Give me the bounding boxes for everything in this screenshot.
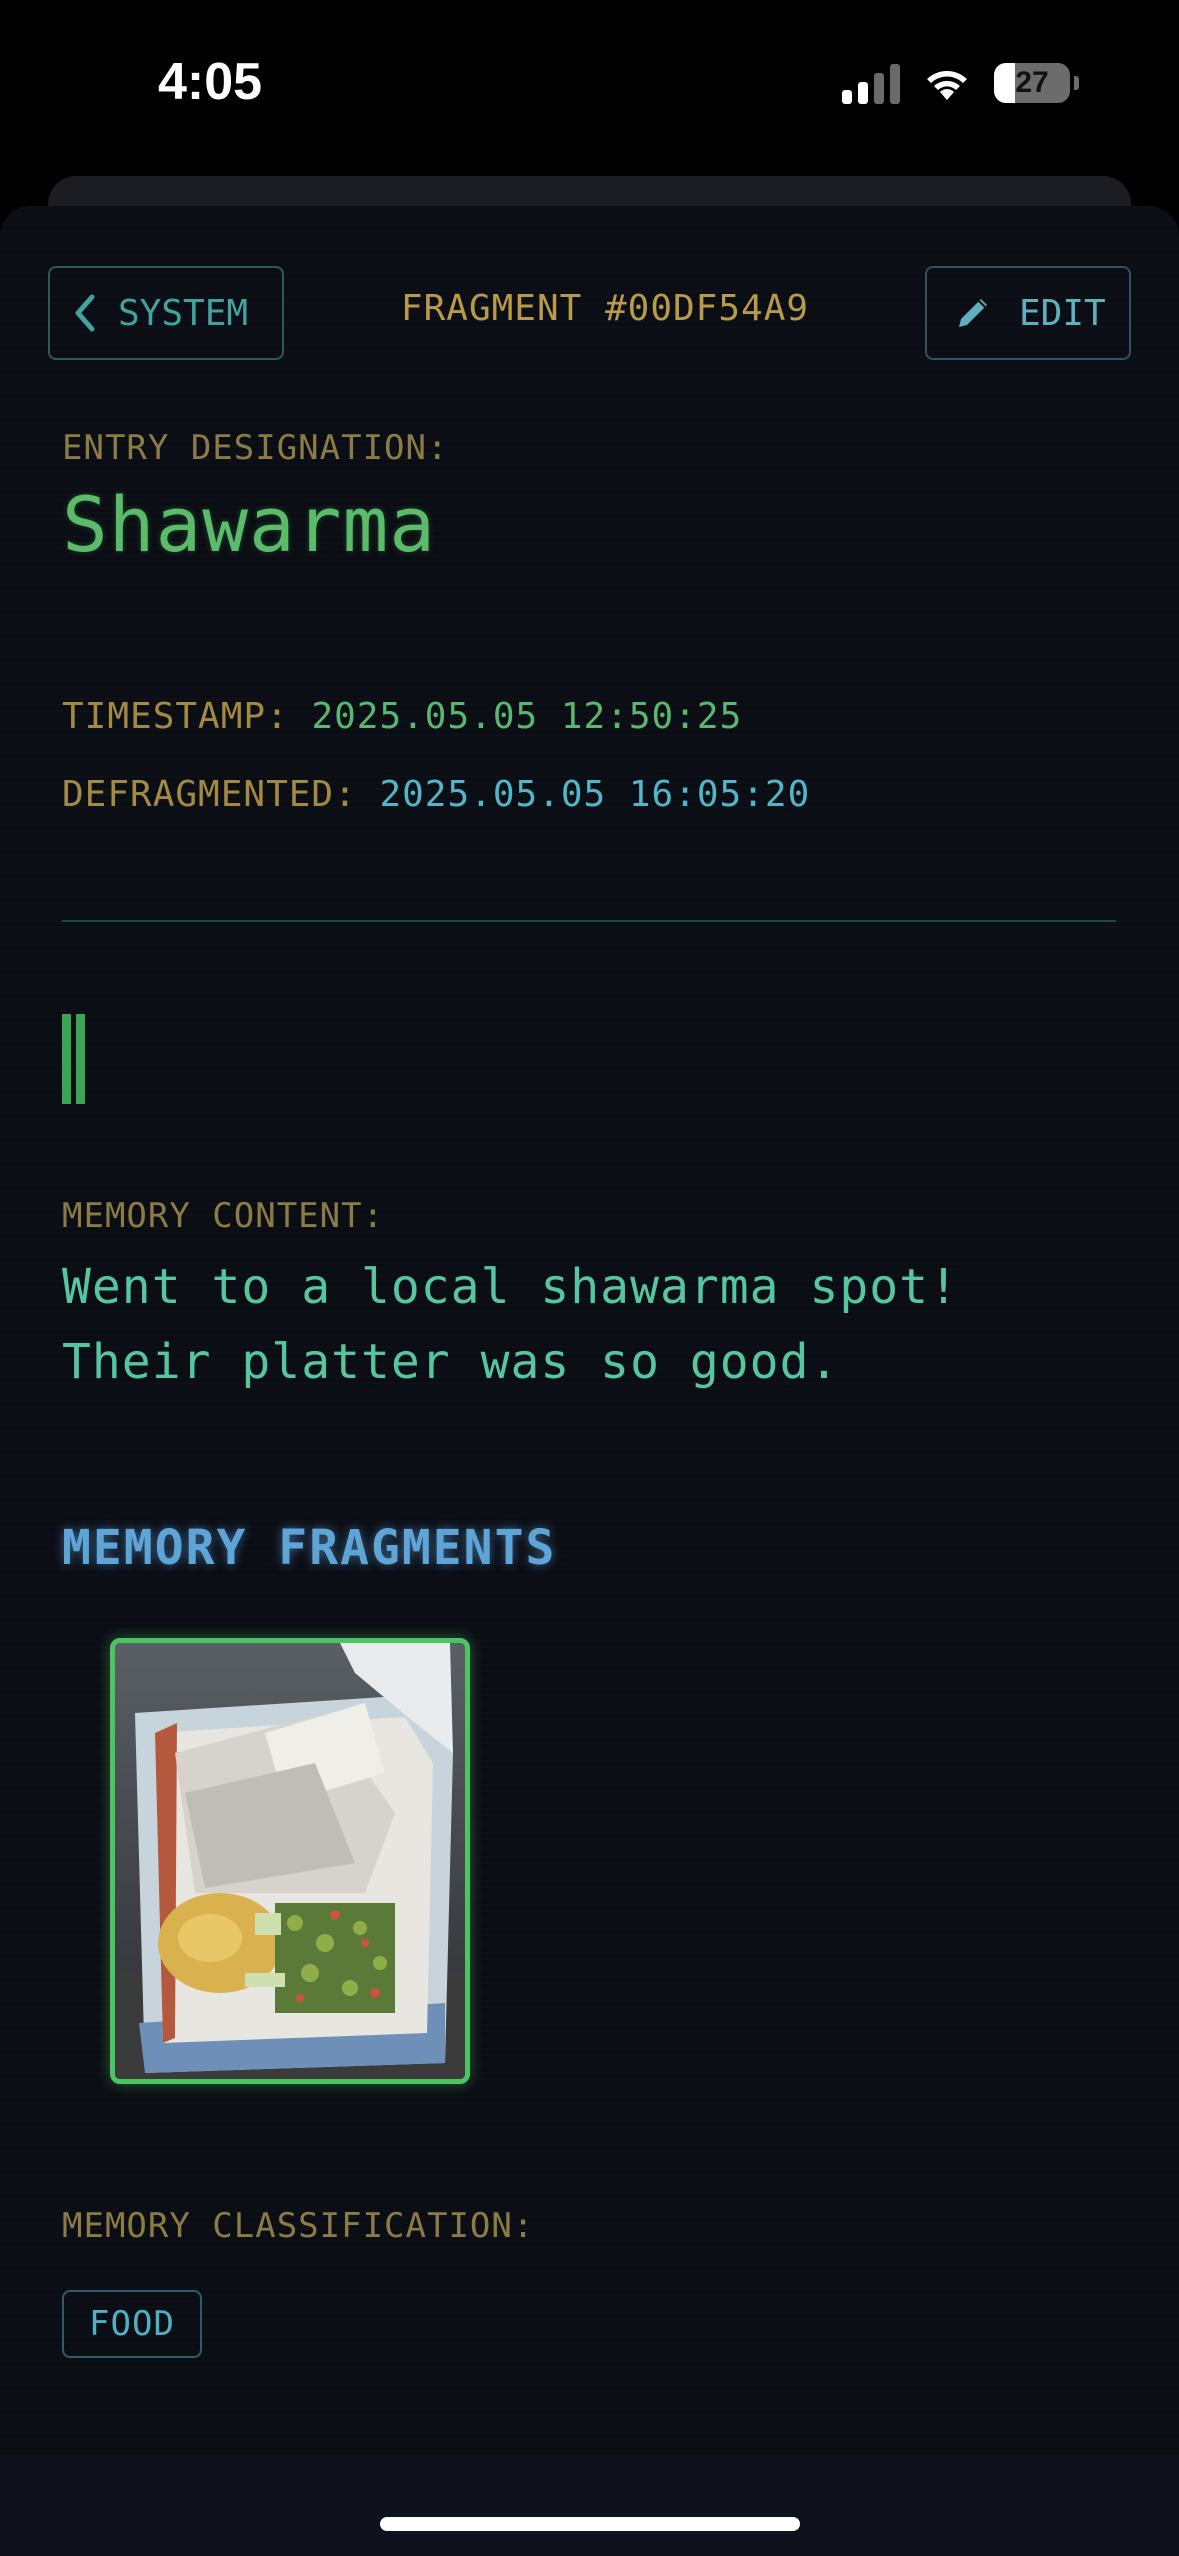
memory-content-line: Went to a local shawarma spot! (62, 1259, 959, 1315)
back-button-label: SYSTEM (118, 292, 249, 334)
status-time: 4:05 (158, 53, 263, 111)
edit-button-label: EDIT (1019, 292, 1106, 334)
chevron-left-icon (72, 293, 96, 333)
back-button[interactable]: SYSTEM (48, 266, 284, 360)
timestamp-label: TIMESTAMP: (62, 696, 289, 737)
entry-title: Shawarma (62, 480, 437, 569)
battery-percent: 27 (1015, 66, 1049, 99)
battery-nub (1074, 76, 1079, 90)
cursor-bars (62, 1014, 85, 1104)
memory-fragments-heading: MEMORY FRAGMENTS (62, 1520, 557, 1576)
screen: 4:05 27 SYSTEM FRAGMENT #00DF54A9 EDIT E… (0, 0, 1179, 2556)
defragmented-row: DEFRAGMENTED: 2025.05.05 16:05:20 (62, 774, 810, 815)
edit-button[interactable]: EDIT (925, 266, 1131, 360)
battery-icon: 27 (994, 63, 1070, 103)
memory-content-text: Went to a local shawarma spot! Their pla… (62, 1250, 1112, 1400)
battery-fill (994, 63, 1015, 103)
memory-content-line: Their platter was so good. (62, 1334, 840, 1390)
defragmented-value: 2025.05.05 16:05:20 (379, 774, 811, 815)
timestamp-value: 2025.05.05 12:50:25 (311, 696, 743, 737)
memory-content-label: MEMORY CONTENT: (62, 1196, 385, 1236)
memory-classification-label: MEMORY CLASSIFICATION: (62, 2206, 535, 2246)
timestamp-row: TIMESTAMP: 2025.05.05 12:50:25 (62, 696, 742, 737)
wifi-icon (922, 64, 972, 102)
entry-designation-label: ENTRY DESIGNATION: (62, 428, 449, 468)
page-title: FRAGMENT #00DF54A9 (400, 288, 810, 329)
defragmented-label: DEFRAGMENTED: (62, 774, 357, 815)
cellular-signal-icon (842, 62, 900, 104)
status-icons: 27 (842, 62, 1079, 104)
pencil-icon (953, 293, 993, 333)
classification-tag[interactable]: FOOD (62, 2290, 202, 2358)
memory-fragment-photo[interactable] (110, 1638, 470, 2084)
sheet-bottom (0, 2455, 1179, 2556)
home-indicator[interactable] (380, 2517, 800, 2531)
status-bar: 4:05 27 (0, 0, 1179, 170)
divider (62, 920, 1116, 922)
